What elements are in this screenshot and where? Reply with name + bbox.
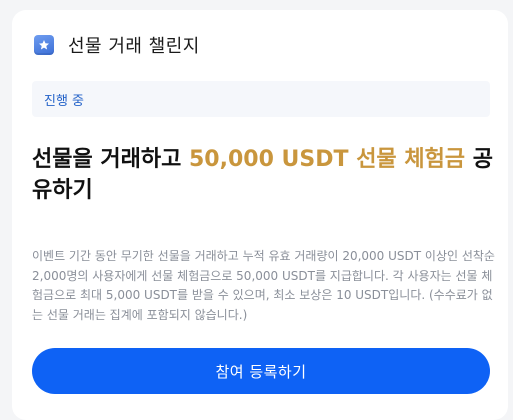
challenge-card: 선물 거래 챌린지 진행 중 선물을 거래하고 50,000 USDT 선물 체…: [12, 10, 508, 420]
headline: 선물을 거래하고 50,000 USDT 선물 체험금 공유하기: [32, 144, 494, 206]
headline-prefix: 선물을 거래하고: [32, 147, 189, 172]
star-badge-icon: [34, 35, 54, 55]
status-label: 진행 중: [44, 93, 85, 109]
headline-highlight: 50,000 USDT 선물 체험금: [189, 147, 466, 172]
card-title: 선물 거래 챌린지: [68, 36, 200, 57]
register-button[interactable]: 참여 등록하기: [32, 348, 490, 394]
description-text: 이벤트 기간 동안 무기한 선물을 거래하고 누적 유효 거래량이 20,000…: [32, 249, 495, 322]
status-bar: 진행 중: [32, 81, 490, 117]
card-header: 선물 거래 챌린지: [34, 32, 200, 58]
